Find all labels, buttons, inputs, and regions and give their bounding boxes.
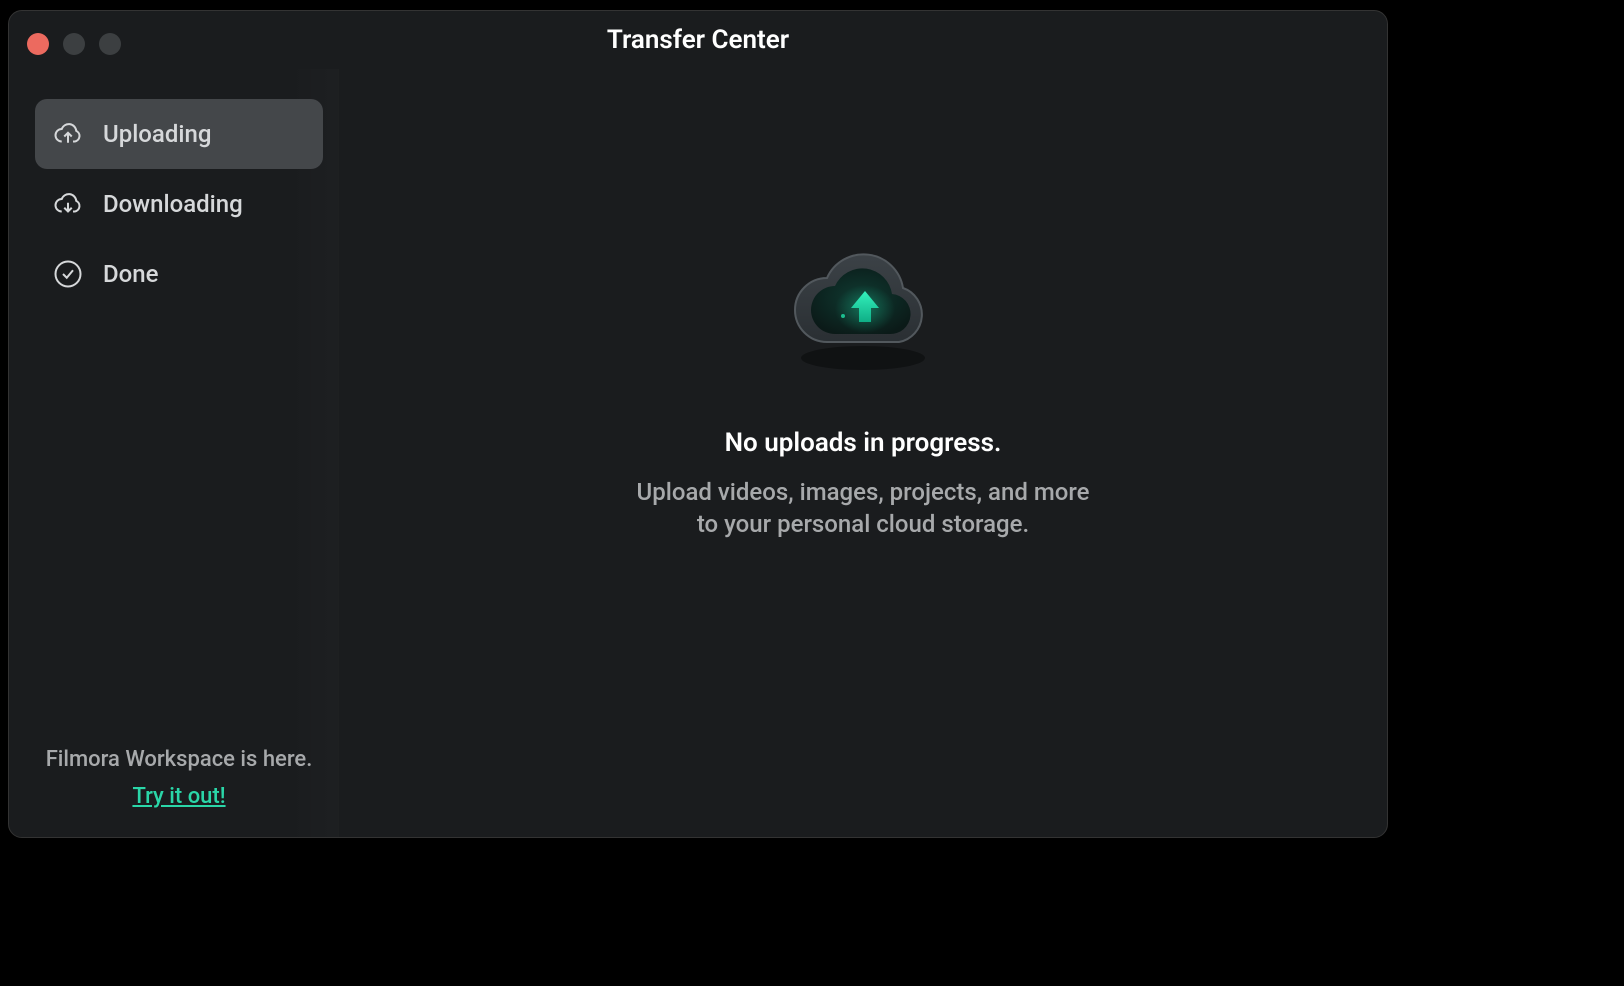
promo-text: Filmora Workspace is here.: [35, 747, 323, 772]
sidebar-item-done[interactable]: Done: [35, 239, 323, 309]
empty-state-subtitle: Upload videos, images, projects, and mor…: [637, 476, 1090, 541]
sidebar-item-label: Downloading: [103, 190, 243, 218]
window-title: Transfer Center: [607, 25, 789, 55]
sidebar-item-label: Uploading: [103, 120, 211, 148]
close-window-button[interactable]: [27, 33, 49, 55]
maximize-window-button[interactable]: [99, 33, 121, 55]
empty-state-cloud-upload-icon: [783, 246, 943, 380]
sidebar-item-downloading[interactable]: Downloading: [35, 169, 323, 239]
sidebar-item-uploading[interactable]: Uploading: [35, 99, 323, 169]
check-circle-icon: [53, 259, 83, 289]
sidebar: Uploading Downloading: [9, 69, 339, 837]
empty-state-title: No uploads in progress.: [725, 428, 1002, 458]
sidebar-item-label: Done: [103, 260, 159, 288]
try-it-out-link[interactable]: Try it out!: [132, 784, 225, 809]
minimize-window-button[interactable]: [63, 33, 85, 55]
main-content: No uploads in progress. Upload videos, i…: [339, 69, 1387, 837]
titlebar: Transfer Center: [9, 11, 1387, 69]
workspace-promo: Filmora Workspace is here. Try it out!: [35, 747, 323, 815]
transfer-center-window: Transfer Center Uploading: [8, 10, 1388, 838]
cloud-download-icon: [53, 189, 83, 219]
window-controls: [27, 33, 121, 55]
cloud-upload-icon: [53, 119, 83, 149]
